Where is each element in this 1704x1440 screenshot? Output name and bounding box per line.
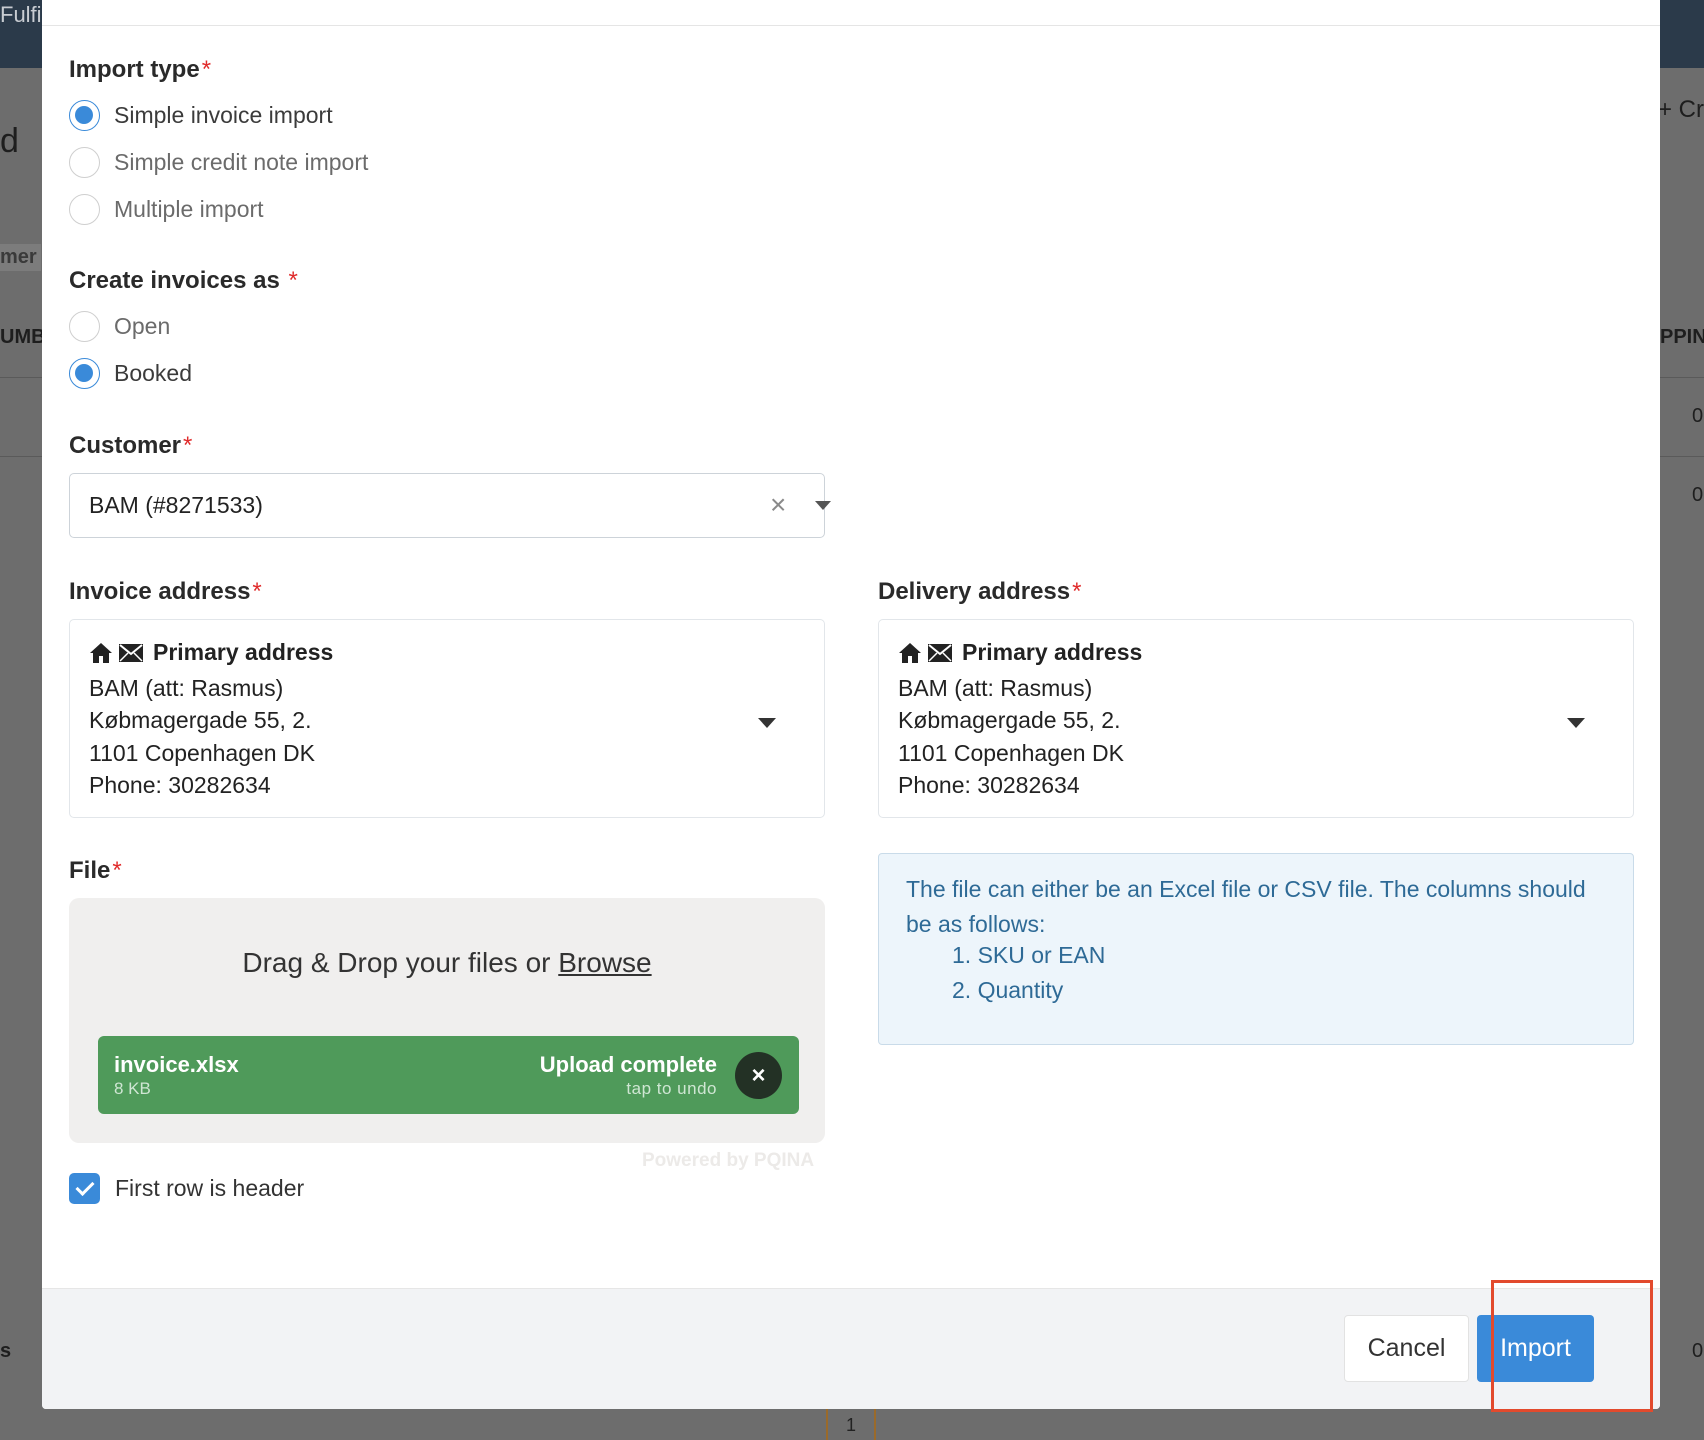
invoice-address-label-text: Invoice address xyxy=(69,578,251,605)
background-footer-right: 0 xyxy=(1692,1340,1704,1362)
file-size: 8 KB xyxy=(114,1079,151,1098)
radio-multiple-import[interactable]: Multiple import xyxy=(69,192,264,226)
home-icon xyxy=(90,642,112,663)
radio-button[interactable] xyxy=(69,146,100,178)
cancel-button[interactable]: Cancel xyxy=(1344,1315,1469,1382)
modal-header-divider xyxy=(42,25,1660,26)
required-mark: * xyxy=(288,267,298,294)
background-pager: 1 xyxy=(826,1409,876,1440)
import-type-label-text: Import type xyxy=(69,56,200,83)
radio-label: Booked xyxy=(114,359,193,386)
checkbox-label: First row is header xyxy=(115,1175,305,1201)
invoice-address-label: Invoice address* xyxy=(69,578,262,606)
address-line-street: Købmagergade 55, 2. xyxy=(898,707,1121,733)
background-row-divider xyxy=(1660,377,1704,378)
address-line-phone: Phone: 30282634 xyxy=(89,772,271,798)
upload-status: Upload complete xyxy=(539,1052,717,1077)
drop-text: Drag & Drop your files or xyxy=(242,947,559,978)
chevron-down-icon[interactable] xyxy=(815,501,831,510)
background-filter-chip: mer xyxy=(0,244,41,271)
background-pager-number: 1 xyxy=(845,1415,856,1435)
first-row-header-checkbox-row[interactable]: First row is header xyxy=(69,1173,304,1204)
radio-button[interactable] xyxy=(69,193,100,225)
background-row-divider xyxy=(0,456,42,457)
address-line-phone: Phone: 30282634 xyxy=(898,772,1080,798)
invoice-address-select[interactable]: Primary address BAM (att: Rasmus) Købmag… xyxy=(69,619,825,818)
delivery-address-select[interactable]: Primary address BAM (att: Rasmus) Købmag… xyxy=(878,619,1634,818)
background-column-header-right: PPIN xyxy=(1660,326,1704,348)
file-format-info: The file can either be an Excel file or … xyxy=(878,853,1634,1045)
required-mark: * xyxy=(1072,578,1082,605)
radio-label: Simple credit note import xyxy=(114,148,369,175)
required-mark: * xyxy=(252,578,262,605)
background-page-title-fragment: d xyxy=(0,122,19,160)
chevron-down-icon[interactable] xyxy=(1567,718,1585,728)
customer-label-text: Customer xyxy=(69,432,182,459)
create-invoices-as-label: Create invoices as * xyxy=(69,267,298,295)
highlight-box xyxy=(1491,1280,1653,1412)
background-create-button-fragment: + Cr xyxy=(1658,96,1704,123)
customer-label: Customer* xyxy=(69,432,192,460)
delivery-address-label: Delivery address* xyxy=(878,578,1081,606)
radio-button-checked[interactable] xyxy=(69,99,100,131)
address-header: Primary address xyxy=(89,639,333,666)
drop-instructions: Drag & Drop your files or Browse xyxy=(69,947,825,979)
background-row-divider xyxy=(0,377,42,378)
import-modal: Import type* Simple invoice import Simpl… xyxy=(42,0,1660,1409)
first-row-header-checkbox[interactable] xyxy=(69,1173,100,1204)
background-cell-right-1: 0 xyxy=(1692,405,1704,427)
address-line-name: BAM (att: Rasmus) xyxy=(89,675,284,701)
remove-file-icon[interactable]: × xyxy=(735,1052,782,1099)
create-invoices-as-label-text: Create invoices as xyxy=(69,267,280,294)
address-title: Primary address xyxy=(962,639,1143,665)
radio-button-checked[interactable] xyxy=(69,357,100,389)
customer-select-value: BAM (#8271533) xyxy=(89,492,263,518)
address-line-city: 1101 Copenhagen DK xyxy=(89,740,315,766)
info-list-item: 2. Quantity xyxy=(952,977,1064,1003)
undo-hint[interactable]: tap to undo xyxy=(626,1079,717,1099)
chevron-down-icon[interactable] xyxy=(758,718,776,728)
info-list-item: 1. SKU or EAN xyxy=(952,942,1106,968)
browse-link[interactable]: Browse xyxy=(558,947,651,978)
address-line-name: BAM (att: Rasmus) xyxy=(898,675,1093,701)
clear-icon[interactable]: × xyxy=(770,490,786,520)
radio-button[interactable] xyxy=(69,310,100,342)
address-header: Primary address xyxy=(898,639,1142,666)
required-mark: * xyxy=(183,432,193,459)
radio-label: Open xyxy=(114,312,171,339)
required-mark: * xyxy=(201,56,212,83)
radio-open[interactable]: Open xyxy=(69,309,170,343)
info-text: The file can either be an Excel file or … xyxy=(906,876,1586,937)
uploaded-file-item: invoice.xlsx 8 KB Upload complete tap to… xyxy=(98,1036,799,1114)
background-footer-left: s xyxy=(0,1340,12,1362)
file-label-text: File xyxy=(69,857,111,884)
file-label: File* xyxy=(69,857,122,885)
radio-label: Multiple import xyxy=(114,195,264,222)
customer-select[interactable]: BAM (#8271533) × xyxy=(69,473,831,538)
radio-label: Simple invoice import xyxy=(114,101,333,128)
file-name: invoice.xlsx xyxy=(114,1052,239,1077)
address-line-city: 1101 Copenhagen DK xyxy=(898,740,1124,766)
address-title: Primary address xyxy=(153,639,334,665)
powered-by-credit[interactable]: Powered by PQINA xyxy=(642,1150,814,1172)
radio-simple-credit-note-import[interactable]: Simple credit note import xyxy=(69,145,368,179)
background-row-divider xyxy=(1660,456,1704,457)
delivery-address-label-text: Delivery address xyxy=(878,578,1071,605)
home-icon xyxy=(899,642,921,663)
radio-simple-invoice-import[interactable]: Simple invoice import xyxy=(69,98,333,132)
envelope-icon xyxy=(119,643,143,662)
radio-booked[interactable]: Booked xyxy=(69,356,192,390)
import-type-label: Import type* xyxy=(69,56,211,84)
background-cell-right-2: 0 xyxy=(1692,484,1704,506)
required-mark: * xyxy=(112,857,122,884)
address-line-street: Købmagergade 55, 2. xyxy=(89,707,312,733)
envelope-icon xyxy=(928,643,952,662)
